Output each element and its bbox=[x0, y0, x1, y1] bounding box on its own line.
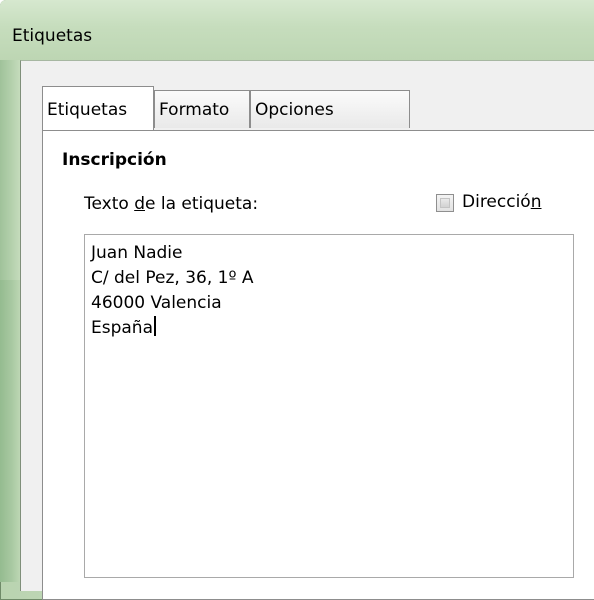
textarea-line: Juan Nadie bbox=[91, 243, 183, 263]
textarea-line: C/ del Pez, 36, 1º A bbox=[91, 268, 254, 288]
direction-checkbox-label[interactable]: Dirección bbox=[462, 192, 542, 212]
tab-etiquetas[interactable]: Etiquetas bbox=[42, 86, 154, 130]
title-bar[interactable]: Etiquetas bbox=[0, 0, 594, 60]
textarea-line: 46000 Valencia bbox=[91, 293, 222, 313]
text-caret bbox=[154, 316, 156, 336]
window-left-border bbox=[0, 60, 20, 582]
section-title-inscripcion: Inscripción bbox=[62, 150, 167, 170]
direction-checkbox-box[interactable] bbox=[436, 194, 454, 212]
tab-formato[interactable]: Formato bbox=[154, 90, 250, 128]
window-title: Etiquetas bbox=[12, 26, 93, 46]
tab-opciones[interactable]: Opciones bbox=[250, 90, 410, 128]
textarea-line: España bbox=[91, 316, 567, 341]
label-text-caption: Texto de la etiqueta: bbox=[84, 194, 259, 214]
label-text-area[interactable]: Juan Nadie C/ del Pez, 36, 1º A 46000 Va… bbox=[84, 234, 574, 578]
